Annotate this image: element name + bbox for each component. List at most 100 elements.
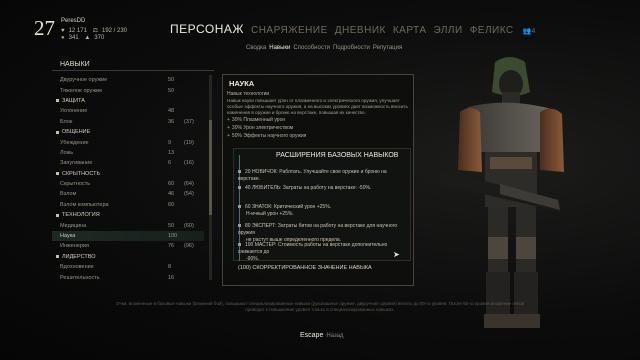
tab-ellie[interactable]: ЭЛЛИ [434,25,463,36]
category-bullet-icon [56,130,59,134]
skill-name: Взлом [60,191,77,198]
footer-info: Очки, вложенные в базовые навыки (Ближни… [115,301,525,312]
upgrade-item: 60 ЗНАТОК: Критический урон +25%. Н-ичный… [238,204,410,218]
skill-row[interactable]: Ложь 13 [52,148,204,158]
upgrade-dot-icon [238,170,241,174]
skill-value: 13 [168,149,175,156]
category-bullet-icon [56,172,59,176]
upgrade-head: 60 ЗНАТОК: [245,204,273,210]
skill-bonus: +30% Плазменный урон [227,117,286,123]
skill-row[interactable]: Решительность 16 [52,272,204,282]
skill-value: 9 [168,139,172,146]
skill-category[interactable]: ЛИДЕРСТВО [52,252,204,262]
tab-map[interactable]: КАРТА [393,25,427,36]
skill-row[interactable]: Запугивание 6 (16) [52,158,204,168]
bits-icon: ● [61,35,65,41]
carry-value: 192 / 230 [101,28,128,34]
skill-name: Инженерия [60,243,89,250]
plus-icon: + [227,117,230,123]
skill-row[interactable]: Блок 36 (37) [52,117,204,127]
back-button[interactable]: Escape Назад [300,332,344,339]
subtab-details[interactable]: Подробности [333,45,370,51]
upgrade-text: Критический урон +25%. [273,204,332,210]
skill-row[interactable]: Тяжелое оружие 50 [52,85,204,95]
skill-category[interactable]: ТЕХНОЛОГИЯ [52,210,204,220]
upgrade-head: 20 НОВИЧОК: [245,169,278,175]
skill-category[interactable]: ЗАЩИТА [52,96,204,106]
ammo-icon: ▲ [84,35,91,41]
bits-value: 341 [68,35,79,41]
skill-bonus-value: (96) [184,243,194,250]
skill-bonus-value: (37) [184,118,194,125]
skill-row[interactable]: Взлом 46 (54) [52,189,204,199]
skill-name: ТЕХНОЛОГИЯ [62,212,100,219]
skill-value: 76 [168,243,175,250]
upgrade-dot-icon [238,205,241,209]
skill-row[interactable]: Вдохновение 8 [52,262,204,272]
skill-row[interactable]: Двуручное оружие 50 [52,75,204,85]
upgrade-head: 80 ЭКСПЕРТ: [245,223,277,229]
skill-value: 46 [168,191,175,198]
health-value: 12 171 [68,28,87,34]
skill-name: Наука [60,233,76,240]
skill-name: Решительность [60,274,100,281]
skill-row[interactable]: Наука 100 [52,230,204,242]
scroll-thumb[interactable] [209,120,212,215]
skill-row[interactable]: Уклонение 48 [52,106,204,116]
skill-category[interactable]: ОБЩЕНИЕ [52,127,204,137]
upgrade-item: 80 ЭКСПЕРТ: Затраты битов на работу на в… [238,223,410,244]
skill-value: 36 [168,118,175,125]
upgrade-head: 40 ЛЮБИТЕЛЬ: [245,185,282,191]
skill-row[interactable]: Взлом компьютера 60 [52,200,204,210]
subtab-skills[interactable]: Навыки [269,45,290,51]
subtab-reputation[interactable]: Репутация [373,45,402,51]
skill-name: Тяжелое оружие [60,87,103,94]
upgrade-item: 20 НОВИЧОК: Работать. Улучшайте свое ору… [238,169,410,183]
tab-equipment[interactable]: СНАРЯЖЕНИЕ [251,25,328,36]
skill-bonus: +50% Эффекты научного оружия [227,133,307,139]
mouse-cursor-icon: ➤ [393,250,400,259]
player-level: 27 [34,16,55,40]
skill-name: Вдохновение [60,264,94,271]
skill-value: 50 [168,77,175,84]
category-bullet-icon [56,99,59,103]
skill-name: Скрытность [60,181,91,188]
upgrade-text-cont: -90%. [246,256,260,262]
skill-title: НАУКА [229,79,255,88]
skill-row[interactable]: Медицина 50 (60) [52,220,204,230]
tab-journal[interactable]: ДНЕВНИК [335,25,386,36]
companions-icon[interactable]: 👥4 [523,27,536,35]
skills-list: Двуручное оружие 50 Тяжелое оружие 50 ЗАЩИТА… [52,75,204,283]
skills-scrollbar[interactable] [209,75,212,280]
skill-name: Уклонение [60,108,88,115]
skill-value: 50 [168,222,175,229]
skill-row[interactable]: Скрытность 60 (64) [52,179,204,189]
skill-bonus-value: (19) [184,139,194,146]
skill-category[interactable]: СКРЫТНОСТЬ [52,169,204,179]
skill-row[interactable]: Убеждение 9 (19) [52,137,204,147]
tab-felix[interactable]: ФЕЛИКС [470,25,514,36]
player-stats: 27 PeresDD ♥ 12 171 ⚖ 192 / 230 ● 341 ▲ 370 [34,16,144,46]
skill-row[interactable]: Инженерия 76 (96) [52,241,204,251]
sub-navigation: Сводка Навыки Способности Подробности Ре… [246,45,402,51]
upgrade-text-cont: Н-ичный урон +25%. [246,211,294,217]
subtab-abilities[interactable]: Способности [293,45,330,51]
skill-bonus-value: (64) [184,181,194,188]
skill-name: ОБЩЕНИЕ [62,129,91,136]
tab-character[interactable]: ПЕРСОНАЖ [170,22,244,36]
skill-value: 16 [168,274,175,281]
skill-subtitle: Навык технологии [227,91,270,97]
upgrade-dot-icon [238,186,241,190]
category-bullet-icon [56,213,59,217]
plus-icon: + [227,133,230,139]
skill-bonus: +30% Урон электричеством [227,125,294,131]
subtab-summary[interactable]: Сводка [246,45,266,51]
back-label: Назад [326,332,344,339]
upgrade-text: Затраты на работу на верстаке: -50%. [282,185,372,191]
skill-name: Блок [60,118,73,125]
skill-value: 8 [168,264,172,271]
skill-bonus-value: (16) [184,160,194,167]
player-name: PeresDD [61,18,86,24]
upgrade-head: 100 МАСТЕР: [245,242,277,248]
companion-count: 4 [531,28,536,35]
